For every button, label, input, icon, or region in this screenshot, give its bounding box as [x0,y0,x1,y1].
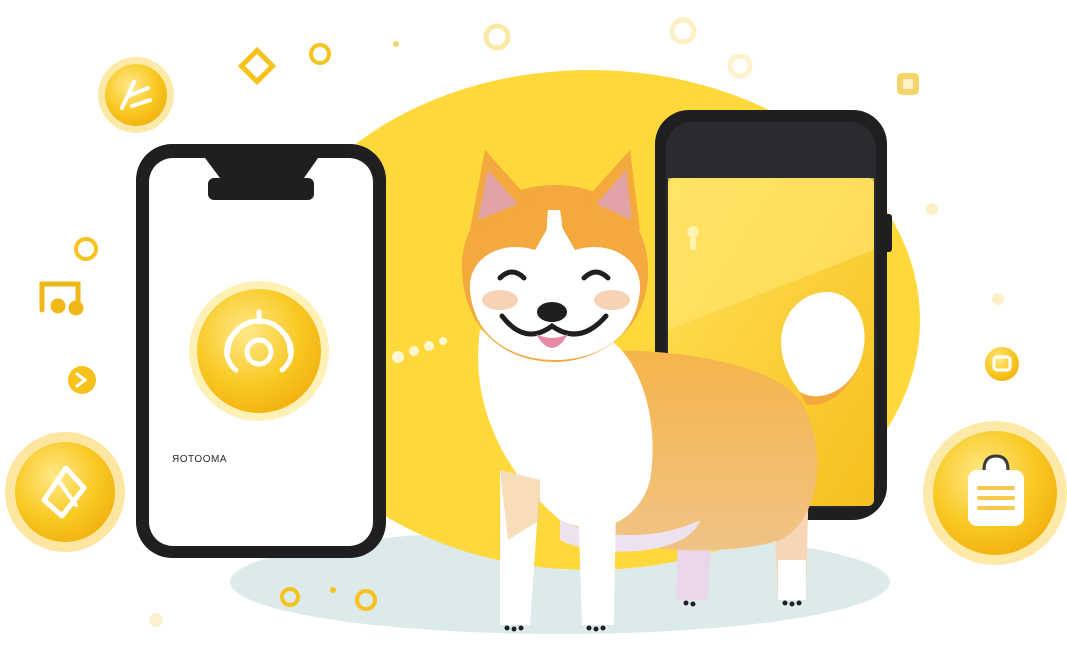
ring-decor-3 [669,17,697,45]
coin-icon-top-left [98,57,174,133]
fingerprint-coin-icon [189,281,329,421]
dot-decor-2 [926,203,938,215]
ring-decor-4 [727,53,753,79]
illustration-scene: ЯOTOOMA [0,0,1067,650]
dot-decor-4 [330,587,336,593]
ring-decor-2 [483,23,511,51]
small-coin-icon-right [985,347,1019,381]
arrow-coin-icon [68,366,96,394]
clipboard-icon [923,421,1067,565]
diamond-icon [237,46,277,86]
dot-decor-1 [393,41,399,47]
dot-decor-3 [992,293,1004,305]
illustration-art [5,17,1067,634]
dot-decor-5 [149,613,163,627]
ring-decor-5 [74,237,98,261]
square-decor-inner [903,79,913,89]
phone-caption-text: ЯOTOOMA [172,454,227,465]
coin-icon-bottom-left [5,432,125,552]
ring-decor-1 [309,43,331,65]
music-note-icon [39,281,84,316]
